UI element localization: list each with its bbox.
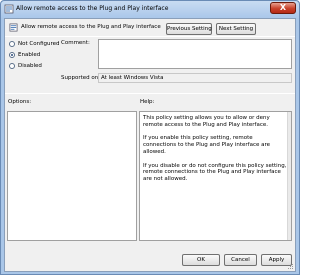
header-row: Allow remote access to the Plug and Play… xyxy=(7,21,293,35)
radio-enabled[interactable]: Enabled xyxy=(9,52,40,58)
comment-input[interactable] xyxy=(98,39,292,69)
title-bar[interactable]: Allow remote access to the Plug and Play… xyxy=(1,1,299,18)
resize-grip-icon[interactable] xyxy=(288,264,294,270)
dialog-client: Allow remote access to the Plug and Play… xyxy=(4,18,296,272)
policy-settings-icon xyxy=(9,23,18,32)
radio-circle[interactable] xyxy=(9,52,15,58)
next-setting-button[interactable]: Next Setting xyxy=(216,23,256,35)
radio-circle[interactable] xyxy=(9,63,15,69)
help-paragraph: This policy setting allows you to allow … xyxy=(143,115,270,128)
radio-label: Enabled xyxy=(18,52,41,58)
previous-setting-button[interactable]: Previous Setting xyxy=(166,23,212,35)
dialog-window: Allow remote access to the Plug and Play… xyxy=(0,0,300,275)
close-icon: X xyxy=(279,3,287,12)
supported-on-label: Supported on: xyxy=(61,75,101,81)
help-text: This policy setting allows you to allow … xyxy=(143,115,287,190)
cancel-button[interactable]: Cancel xyxy=(224,254,257,266)
help-scrollbar[interactable] xyxy=(287,112,291,240)
radio-label: Not Configured xyxy=(18,41,60,47)
comment-label: Comment: xyxy=(61,40,90,46)
header-divider xyxy=(5,36,295,37)
radio-circle[interactable] xyxy=(9,41,15,47)
help-paragraph: If you enable this policy setting, remot… xyxy=(143,135,271,155)
close-button[interactable]: X xyxy=(270,2,296,14)
supported-on-value: At least Windows Vista xyxy=(101,75,164,81)
supported-on-field: At least Windows Vista xyxy=(98,73,292,83)
policy-settings-icon xyxy=(4,4,14,14)
help-paragraph: If you disable or do not configure this … xyxy=(143,162,287,183)
radio-disabled[interactable]: Disabled xyxy=(9,63,42,69)
radio-label: Disabled xyxy=(18,63,42,69)
help-label: Help: xyxy=(140,99,155,105)
policy-name: Allow remote access to the Plug and Play… xyxy=(21,24,161,30)
radio-not-configured[interactable]: Not Configured xyxy=(9,41,60,47)
help-panel[interactable]: This policy setting allows you to allow … xyxy=(139,111,292,241)
options-panel xyxy=(7,111,137,241)
section-divider xyxy=(5,93,295,94)
options-label: Options: xyxy=(8,99,32,105)
ok-button[interactable]: OK xyxy=(182,254,220,266)
window-title: Allow remote access to the Plug and Play… xyxy=(16,5,169,12)
